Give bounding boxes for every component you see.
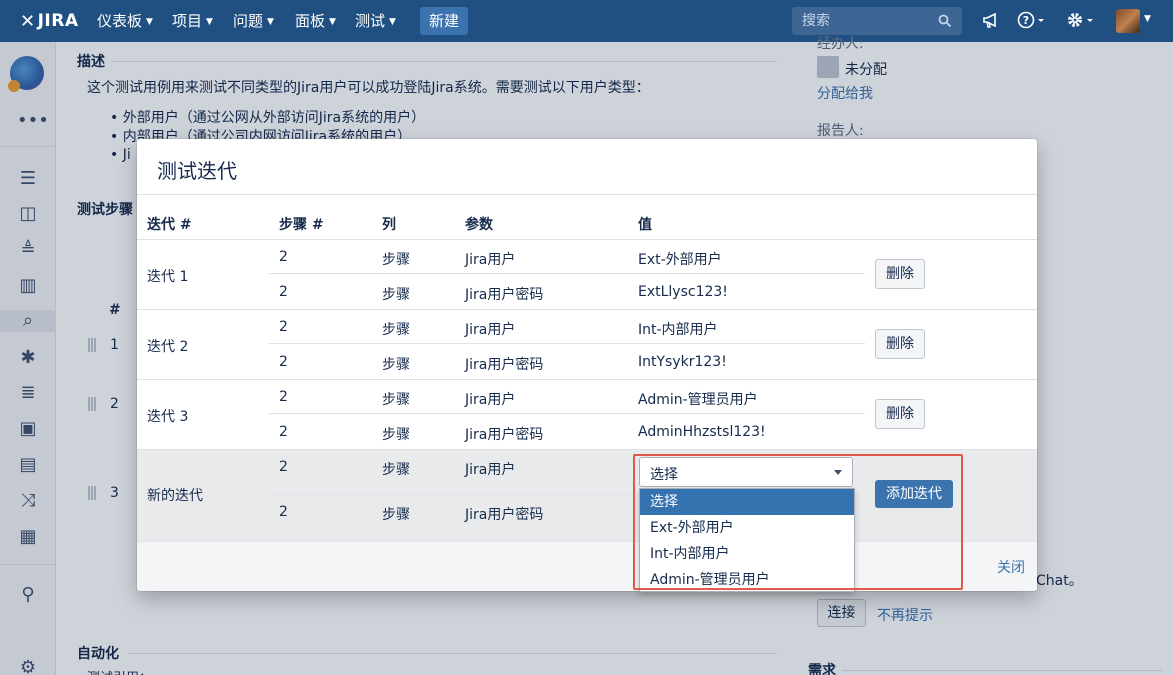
column-cell: 步骤 <box>382 287 410 303</box>
step-cell: 2 <box>279 389 288 405</box>
chevron-down-icon: ▼ <box>146 16 153 27</box>
dialog-footer: 关闭 <box>137 541 1037 591</box>
search-icon[interactable] <box>938 14 952 28</box>
nav-projects[interactable]: 项目 ▼ <box>172 0 213 42</box>
dropdown-option[interactable]: Int-内部用户 <box>640 541 854 567</box>
step-cell: 2 <box>279 504 288 520</box>
step-cell: 2 <box>279 459 288 475</box>
search-input[interactable] <box>792 7 932 35</box>
value-cell: Admin-管理员用户 <box>638 392 758 408</box>
parameter-cell: Jira用户 <box>465 462 516 478</box>
svg-text:?: ? <box>1023 14 1029 27</box>
chevron-down-icon[interactable]: ▼ <box>1144 14 1151 24</box>
add-iteration-button[interactable]: 添加迭代 <box>875 480 953 508</box>
step-cell: 2 <box>279 354 288 370</box>
dialog-title: 测试迭代 <box>157 159 237 183</box>
close-link[interactable]: 关闭 <box>997 557 1025 577</box>
step-cell: 2 <box>279 319 288 335</box>
caret-down-icon <box>834 470 842 475</box>
nav-tests-label: 测试 <box>355 12 386 30</box>
jira-logo-text: JIRA <box>37 11 79 31</box>
value-cell: Ext-外部用户 <box>638 252 722 268</box>
dropdown-option[interactable]: Admin-管理员用户 <box>640 567 854 593</box>
chevron-down-icon: ▼ <box>329 16 336 27</box>
create-button[interactable]: 新建 <box>420 7 468 35</box>
value-select[interactable]: 选择 <box>639 457 853 487</box>
parameter-cell: Jira用户密码 <box>465 357 544 373</box>
table-divider <box>137 449 1037 450</box>
value-cell: ExtLlysc123! <box>638 284 728 300</box>
nav-boards[interactable]: 面板 ▼ <box>295 0 336 42</box>
dialog-header: 测试迭代 <box>137 139 1037 195</box>
column-header-step: 步骤 # <box>279 217 324 233</box>
nav-dashboards[interactable]: 仪表板 ▼ <box>97 0 153 42</box>
column-cell: 步骤 <box>382 427 410 443</box>
column-cell: 步骤 <box>382 357 410 373</box>
help-icon[interactable]: ? <box>1017 11 1047 31</box>
step-cell: 2 <box>279 424 288 440</box>
jira-logo-icon: ✕ <box>20 10 36 32</box>
parameter-cell: Jira用户 <box>465 252 516 268</box>
row-divider <box>269 413 865 414</box>
column-header-value: 值 <box>638 217 652 233</box>
column-header-column: 列 <box>382 217 396 233</box>
nav-issues[interactable]: 问题 ▼ <box>233 0 274 42</box>
nav-projects-label: 项目 <box>172 12 203 30</box>
value-cell: IntYsykr123! <box>638 354 727 370</box>
value-dropdown-list: 选择 Ext-外部用户 Int-内部用户 Admin-管理员用户 <box>639 488 855 592</box>
dropdown-option[interactable]: Ext-外部用户 <box>640 515 854 541</box>
dropdown-option[interactable]: 选择 <box>640 489 854 515</box>
column-cell: 步骤 <box>382 252 410 268</box>
top-navigation: ✕ JIRA 仪表板▼ 项目▼ 问题▼ 面板▼ 测试▼ 新建 ? ▼ <box>0 0 1173 42</box>
parameter-cell: Jira用户密码 <box>465 507 544 523</box>
column-cell: 步骤 <box>382 392 410 408</box>
nav-issues-label: 问题 <box>233 12 264 30</box>
parameter-cell: Jira用户 <box>465 322 516 338</box>
iteration-label: 迭代 2 <box>147 339 189 355</box>
column-cell: 步骤 <box>382 462 410 478</box>
user-avatar[interactable] <box>1116 9 1140 33</box>
nav-dashboards-label: 仪表板 <box>97 12 143 30</box>
delete-iteration-button[interactable]: 删除 <box>875 399 925 429</box>
parameter-cell: Jira用户 <box>465 392 516 408</box>
search-box <box>792 7 962 35</box>
column-cell: 步骤 <box>382 507 410 523</box>
chevron-down-icon: ▼ <box>206 16 213 27</box>
parameter-cell: Jira用户密码 <box>465 427 544 443</box>
table-divider <box>137 309 1037 310</box>
column-header-iteration: 迭代 # <box>147 217 192 233</box>
iteration-label: 迭代 1 <box>147 269 189 285</box>
chevron-down-icon: ▼ <box>389 16 396 27</box>
nav-tests[interactable]: 测试 ▼ <box>355 0 396 42</box>
megaphone-icon[interactable] <box>982 11 1000 31</box>
row-divider <box>269 343 865 344</box>
column-cell: 步骤 <box>382 322 410 338</box>
column-header-parameter: 参数 <box>465 217 493 233</box>
value-cell: Int-内部用户 <box>638 322 718 338</box>
delete-iteration-button[interactable]: 删除 <box>875 329 925 359</box>
chevron-down-icon: ▼ <box>267 16 274 27</box>
jira-logo[interactable]: ✕ JIRA <box>20 8 79 34</box>
delete-iteration-button[interactable]: 删除 <box>875 259 925 289</box>
table-divider <box>137 239 1037 240</box>
iteration-label: 迭代 3 <box>147 409 189 425</box>
table-divider <box>137 379 1037 380</box>
row-divider <box>269 494 639 495</box>
new-iteration-label: 新的迭代 <box>147 488 203 504</box>
test-iterations-dialog: 测试迭代 迭代 # 步骤 # 列 参数 值 迭代 1 2 步骤 Jira用户 E… <box>137 139 1037 592</box>
value-cell: AdminHhzstsl123! <box>638 424 766 440</box>
row-divider <box>269 273 865 274</box>
step-cell: 2 <box>279 284 288 300</box>
settings-gear-icon[interactable] <box>1066 11 1096 31</box>
select-current-value: 选择 <box>650 467 678 483</box>
nav-boards-label: 面板 <box>295 12 326 30</box>
parameter-cell: Jira用户密码 <box>465 287 544 303</box>
step-cell: 2 <box>279 249 288 265</box>
